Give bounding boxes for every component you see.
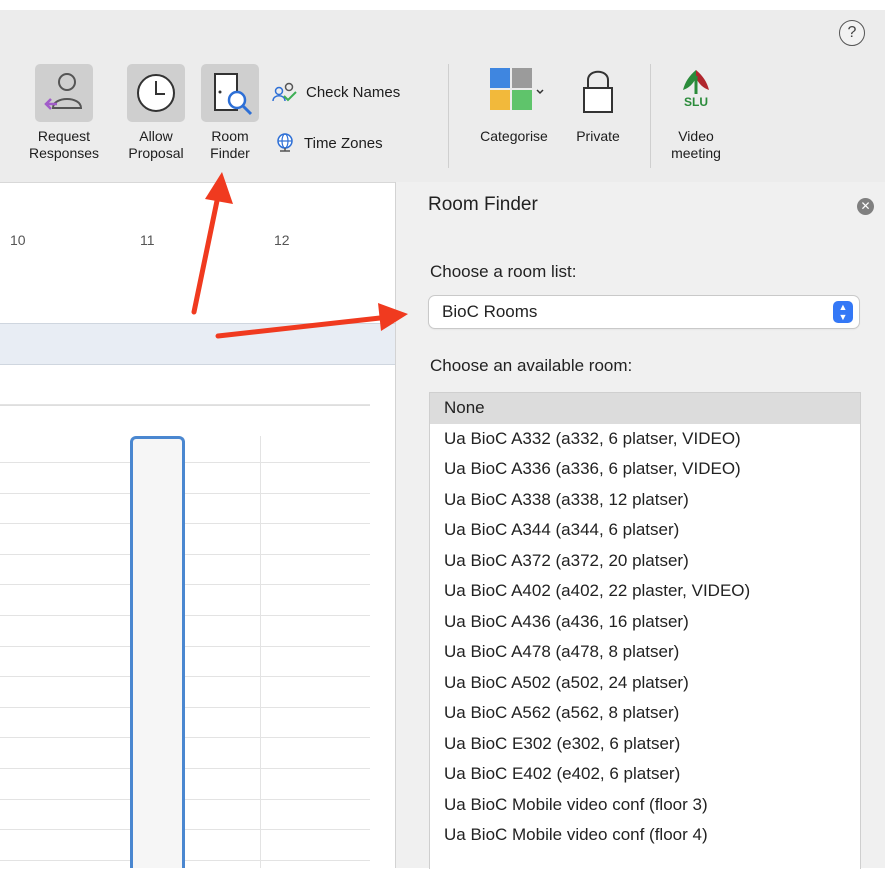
arrow-to-room-finder: [191, 172, 233, 315]
annotation-arrows: [191, 172, 408, 339]
arrow-to-room-list: [215, 303, 408, 339]
